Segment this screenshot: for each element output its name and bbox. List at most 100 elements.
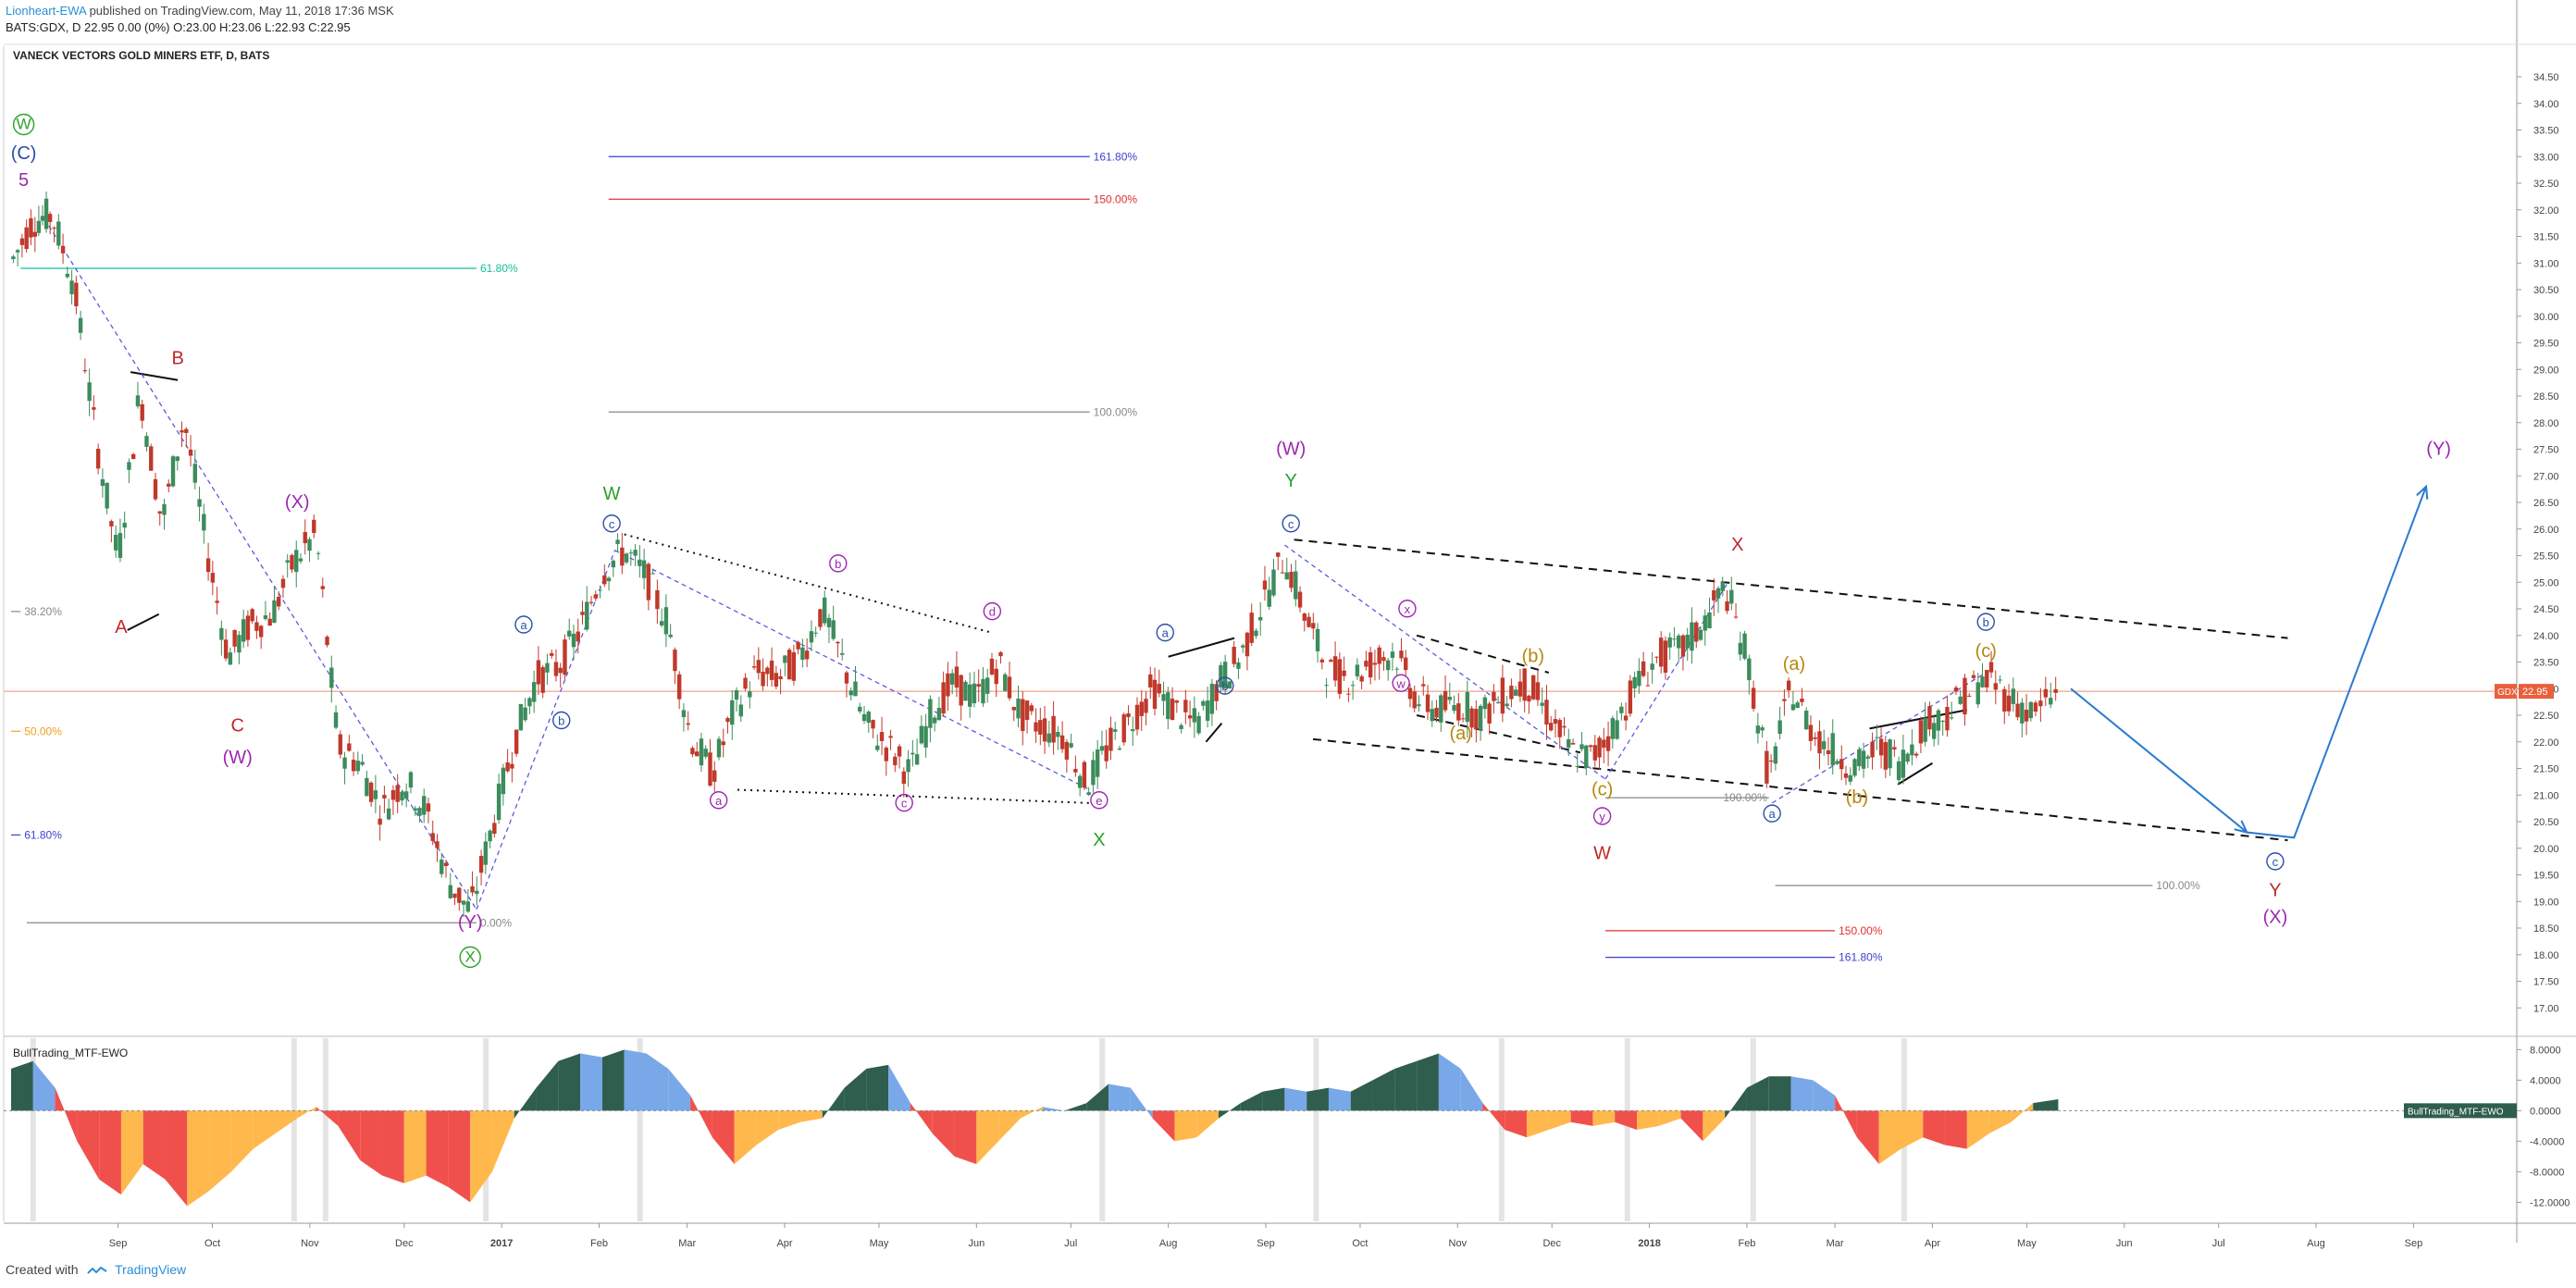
candle-body [303,531,307,544]
candle-body [761,672,765,687]
candle-body [1553,719,1558,724]
projection-arrows [2070,484,2429,839]
candle-body [1637,671,1641,687]
candle-body [1826,749,1831,755]
candle-body [1232,647,1236,664]
x-tick-label: Dec [1542,1238,1561,1249]
candle-body [1346,693,1351,695]
trend-line [1205,722,1223,743]
wave-label: 5 [19,170,29,191]
candle-body [2038,700,2043,707]
y-tick-label: 33.50 [2533,126,2559,137]
osc-area [1548,1110,1571,1130]
candle-body [29,217,33,238]
osc-area [1790,1076,1814,1111]
y-tick-label: 25.00 [2533,577,2559,588]
chart-title: VANECK VECTORS GOLD MINERS ETF, D, BATS [13,49,269,62]
y-tick-label: 21.00 [2533,790,2559,801]
osc-area [1086,1084,1109,1111]
candle-body [1843,773,1849,778]
candle-body [1474,709,1479,730]
candle-body [1800,698,1804,702]
candle-body [1698,629,1703,640]
candle-body [1786,680,1791,690]
candle-body [1998,679,2002,681]
candle-body [280,578,286,588]
candle-body [170,456,176,487]
candle-body [1760,727,1765,731]
y-tick-label: 29.50 [2533,339,2559,350]
candle-body [1755,725,1761,734]
candle-body [588,601,594,603]
x-tick-label: Apr [1925,1238,1940,1249]
fib-label: 0.00% [480,916,512,929]
candle-body [1765,750,1769,784]
candle-body [1632,676,1637,688]
candle-body [60,245,66,254]
candle-body [2053,688,2058,693]
candle-body [1034,722,1038,732]
y-tick-label: 28.50 [2533,391,2559,402]
osc-area [1196,1110,1220,1138]
candle-body [1201,700,1206,706]
indicator-tag: BullTrading_MTF-EWO [2408,1107,2504,1117]
candle-body [245,615,251,640]
candle-body [1562,725,1567,728]
candle-body [1051,715,1056,743]
osc-area [2033,1099,2059,1111]
osc-area [1394,1060,1418,1111]
candle-body [1095,749,1100,777]
osc-area [470,1110,492,1203]
oscillator-pane: 8.0000 4.0000 0.0000 -4.0000 -8.0000 -12.0000… [4,1038,2570,1221]
candle-body [1179,724,1183,729]
candle-body [831,620,836,639]
candle-body [1421,684,1426,687]
trend-line [737,788,1090,804]
chart-canvas[interactable]: 34.50 34.00 33.50 33.00 32.50 32.00 31.50 31.00… [0,0,2576,1288]
osc-area [1592,1110,1616,1126]
candle-body [1875,737,1879,738]
osc-area [1417,1053,1439,1111]
candle-body [1707,612,1712,629]
candle-body [1381,657,1386,662]
candle-body [180,429,184,433]
candle-body [932,717,937,724]
wave-label: c [2273,855,2279,869]
candle-body [290,554,294,570]
osc-area [1966,1110,1989,1149]
y-tick-label: 19.00 [2533,897,2559,908]
candle-body [884,748,888,762]
candle-body [1720,581,1725,591]
x-tick-label: Aug [2307,1238,2325,1249]
candle-body [976,684,981,687]
osc-area [712,1110,735,1165]
wave-label: Y [1285,471,1297,491]
osc-area [77,1110,100,1180]
trend-line [624,533,993,634]
tradingview-link[interactable]: TradingView [115,1262,186,1277]
osc-area [734,1110,757,1165]
candle-body [1549,723,1554,731]
y-tick-label: 19.50 [2533,871,2559,882]
osc-area [1658,1110,1681,1126]
footer: Created with TradingView [6,1262,186,1277]
candle-body [232,629,237,647]
osc-tick-label: 0.0000 [2530,1106,2561,1117]
osc-area [866,1064,889,1111]
candle-body [1390,651,1395,658]
candle-body [1492,691,1496,701]
trend-line [1312,737,2288,842]
osc-area [448,1110,471,1203]
candle-body [959,675,963,706]
candle-body [800,647,805,661]
candle-body [1861,750,1866,769]
osc-area [360,1110,383,1176]
candle-body [914,754,920,765]
candle-body [1495,701,1501,704]
candle-body [840,652,845,655]
candle-body [1517,681,1523,697]
osc-area [690,1095,712,1138]
candle-body [1663,640,1668,673]
candle-body [47,214,53,222]
candle-body [1830,733,1835,766]
